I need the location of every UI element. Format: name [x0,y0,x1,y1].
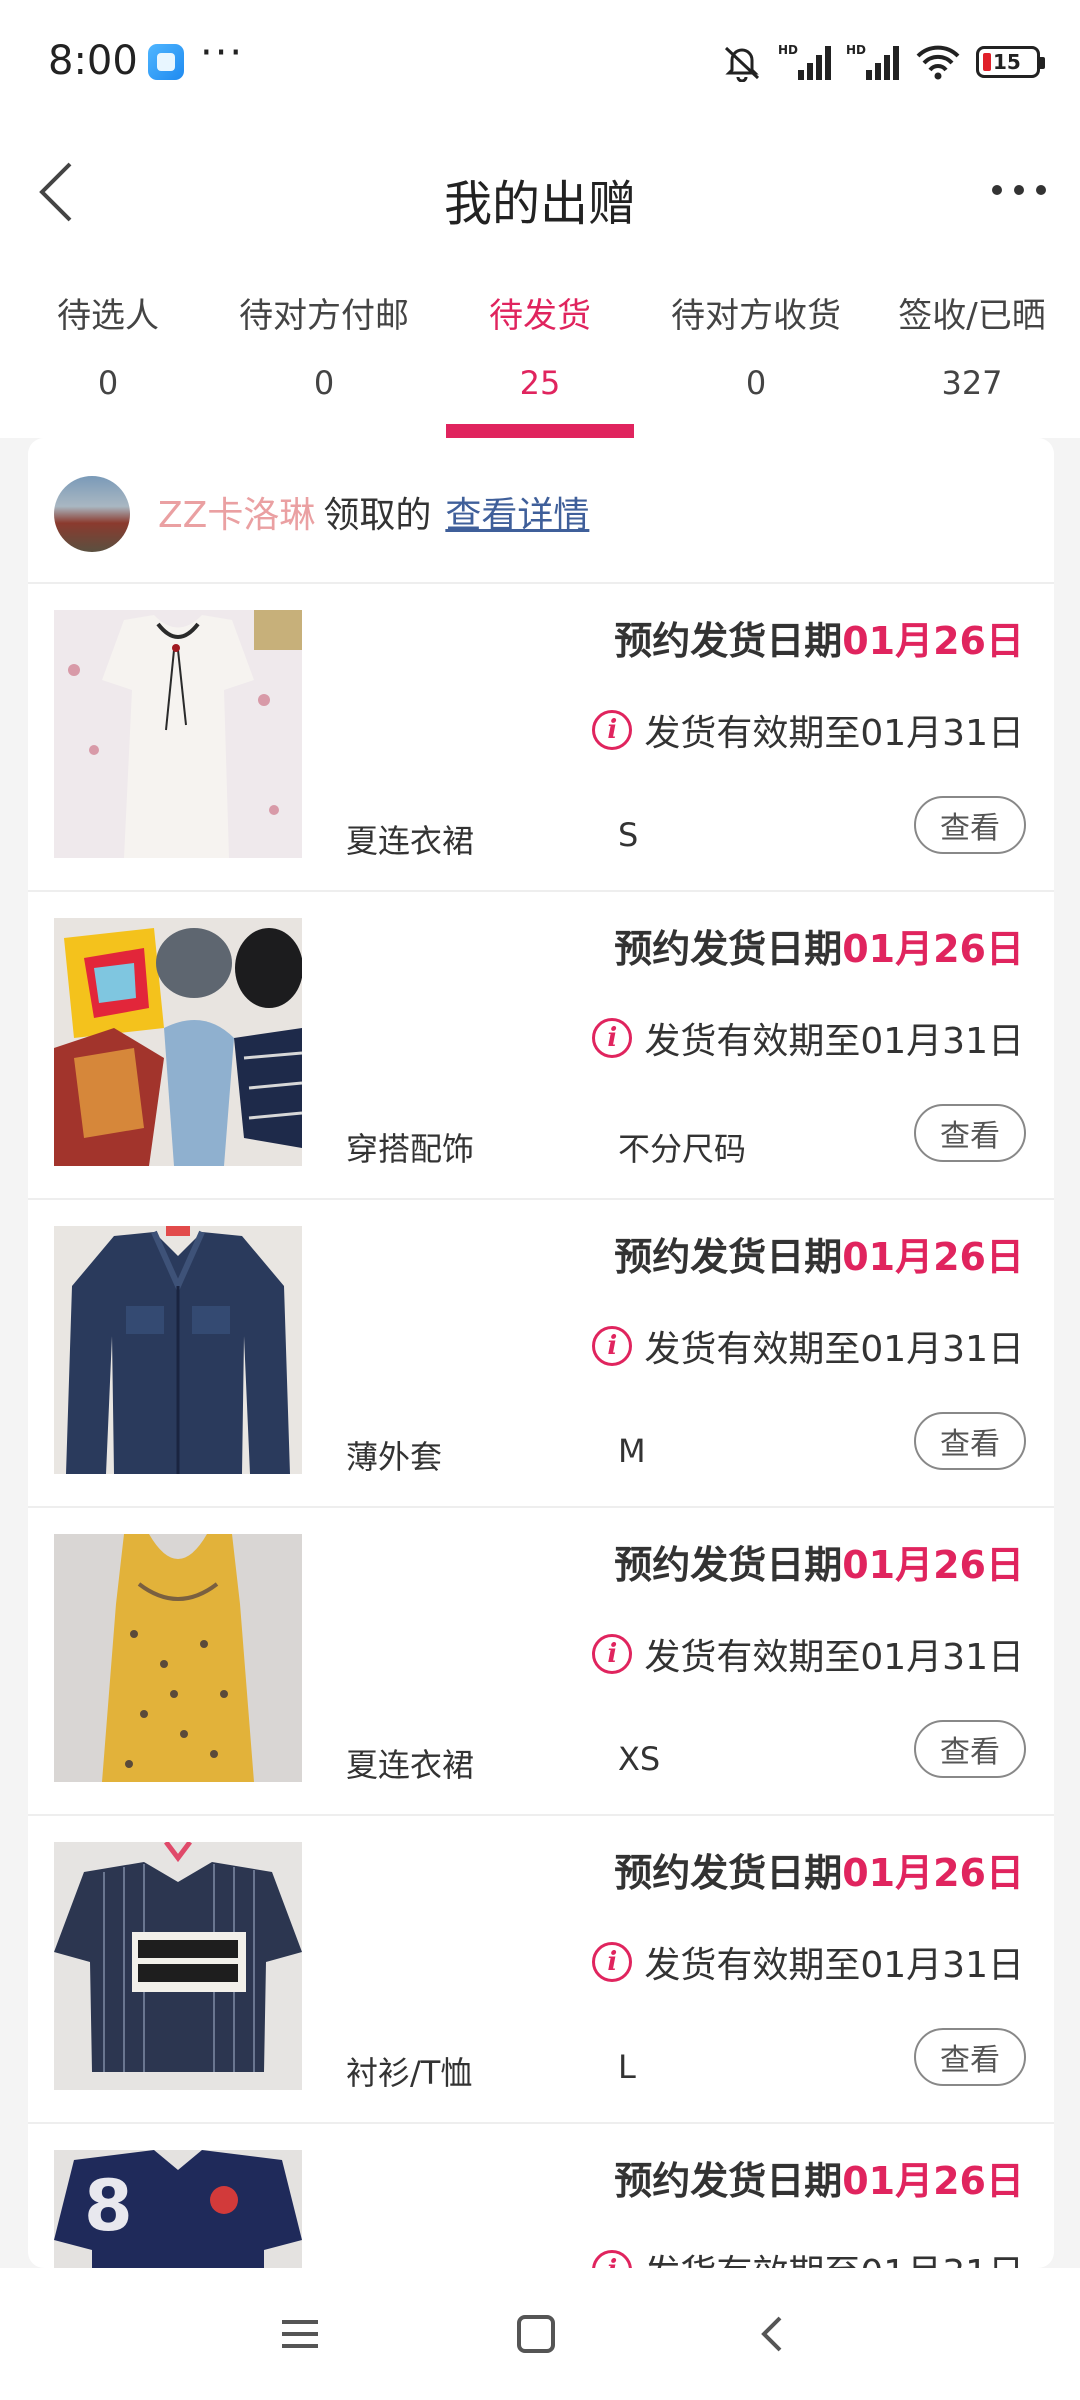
info-icon[interactable]: i [592,1326,633,1366]
card-header: ZZ卡洛琳 领取的 查看详情 [28,438,1054,584]
item-size: S [618,816,639,854]
more-notifications-icon: ··· [200,30,245,76]
ship-date-value: 01月26日 [842,927,1024,971]
view-details-link[interactable]: 查看详情 [445,495,589,536]
page-title: 我的出赠 [443,176,636,232]
ship-date-value: 01月26日 [842,1851,1024,1895]
svg-text:8: 8 [84,2165,133,2247]
valid-until-text: 发货有效期至01月31日 [644,1021,1024,1062]
home-icon [517,2315,555,2353]
menu-icon [282,2320,318,2348]
item-thumbnail[interactable] [54,1534,302,1782]
info-icon[interactable]: i [592,2250,633,2268]
item-thumbnail[interactable]: 8 [54,2150,302,2268]
tab-pending-postage[interactable]: 待对方付邮 0 [216,260,432,438]
battery-level: 15 [993,50,1021,74]
recipient-card: ZZ卡洛琳 领取的 查看详情 预约发货日期01月26日 i 发货有效期至01月31日 … [28,438,1054,2268]
valid-until-text: 发货有效期至01月31日 [644,713,1024,754]
list-item[interactable]: 预约发货日期01月26日 i 发货有效期至01月31日 夏连衣裙 XS 查看 [28,1508,1054,1816]
more-button[interactable] [984,160,1054,220]
status-bar: 8:00 ··· HD HD 15 [0,0,1080,120]
item-thumbnail[interactable] [54,1226,302,1474]
tab-count: 0 [745,364,767,402]
info-icon[interactable]: i [592,1942,633,1982]
tab-pending-receipt[interactable]: 待对方收货 0 [648,260,864,438]
status-time: 8:00 [48,38,138,84]
view-button[interactable]: 查看 [914,2028,1026,2086]
tab-count: 327 [941,364,1003,402]
ship-date-label: 预约发货日期 [614,1851,843,1895]
ship-date-label: 预约发货日期 [614,927,843,971]
ship-date-value: 01月26日 [842,2159,1024,2203]
list-item[interactable]: 预约发货日期01月26日 i 发货有效期至01月31日 穿搭配饰 不分尺码 查看 [28,892,1054,1200]
hd-signal-icon: HD [846,43,899,80]
wifi-icon [916,45,960,80]
tab-count: 0 [313,364,335,402]
nav-bar: 我的出赠 [0,120,1080,260]
ship-date-label: 预约发货日期 [614,2159,843,2203]
tab-label: 签收/已晒 [898,296,1046,336]
tab-pending-shipment[interactable]: 待发货 25 [432,260,648,438]
more-icon [992,185,1002,195]
app-notification-icon [148,44,184,80]
tab-count: 25 [519,364,561,402]
tab-pending-select[interactable]: 待选人 0 [0,260,216,438]
svg-text:HD: HD [778,43,798,57]
tab-count: 0 [97,364,119,402]
item-thumbnail[interactable] [54,1842,302,2090]
ship-date-value: 01月26日 [842,1543,1024,1587]
item-category: 衬衫/T恤 [346,2054,473,2092]
view-button[interactable]: 查看 [914,1412,1026,1470]
tab-label: 待对方收货 [671,296,841,336]
item-size: M [618,1432,646,1470]
tab-label: 待对方付邮 [239,296,409,336]
item-size: L [618,2048,636,2086]
ship-date-label: 预约发货日期 [614,1543,843,1587]
info-icon[interactable]: i [592,1018,633,1058]
status-tabs: 待选人 0 待对方付邮 0 待发货 25 待对方收货 0 签收/已晒 327 [0,260,1080,438]
info-icon[interactable]: i [592,710,633,750]
list-item[interactable]: 8 预约发货日期01月26日 i 发货有效期至01月31日 [28,2124,1054,2268]
avatar[interactable] [54,476,130,552]
valid-until-text: 发货有效期至01月31日 [644,1329,1024,1370]
item-category: 穿搭配饰 [346,1130,475,1168]
ship-date-value: 01月26日 [842,1235,1024,1279]
valid-until-text: 发货有效期至01月31日 [644,1637,1024,1678]
ship-date-value: 01月26日 [842,619,1024,663]
active-tab-indicator [446,424,634,438]
info-icon[interactable]: i [592,1634,633,1674]
item-category: 夏连衣裙 [346,822,475,860]
list-item[interactable]: 预约发货日期01月26日 i 发货有效期至01月31日 夏连衣裙 S 查看 [28,584,1054,892]
item-thumbnail[interactable] [54,610,302,858]
svg-text:HD: HD [846,43,866,57]
tab-label: 待发货 [489,296,591,336]
valid-until-text: 发货有效期至01月31日 [644,2244,1024,2268]
item-category: 薄外套 [346,1438,443,1476]
ship-date-label: 预约发货日期 [614,619,843,663]
system-nav-bar [0,2268,1080,2400]
mute-icon [724,46,760,82]
back-icon [761,2316,782,2352]
battery-icon: 15 [976,46,1045,78]
list-item[interactable]: 预约发货日期01月26日 i 发货有效期至01月31日 衬衫/T恤 L 查看 [28,1816,1054,2124]
receive-text: 领取的 [323,495,432,536]
view-button[interactable]: 查看 [914,796,1026,854]
view-button[interactable]: 查看 [914,1104,1026,1162]
list-item[interactable]: 预约发货日期01月26日 i 发货有效期至01月31日 薄外套 M 查看 [28,1200,1054,1508]
item-thumbnail[interactable] [54,918,302,1166]
home-button[interactable] [506,2304,566,2364]
item-category: 夏连衣裙 [346,1746,475,1784]
hd-signal-icon: HD [778,43,831,80]
system-back-button[interactable] [742,2304,802,2364]
receiver-name[interactable]: ZZ卡洛琳 [158,495,315,536]
recent-apps-button[interactable] [270,2304,330,2364]
ship-date-label: 预约发货日期 [614,1235,843,1279]
item-size: XS [618,1740,661,1778]
valid-until-text: 发货有效期至01月31日 [644,1945,1024,1986]
view-button[interactable]: 查看 [914,1720,1026,1778]
item-size: 不分尺码 [618,1130,747,1168]
tab-label: 待选人 [57,296,159,336]
tab-signed-shared[interactable]: 签收/已晒 327 [864,260,1080,438]
